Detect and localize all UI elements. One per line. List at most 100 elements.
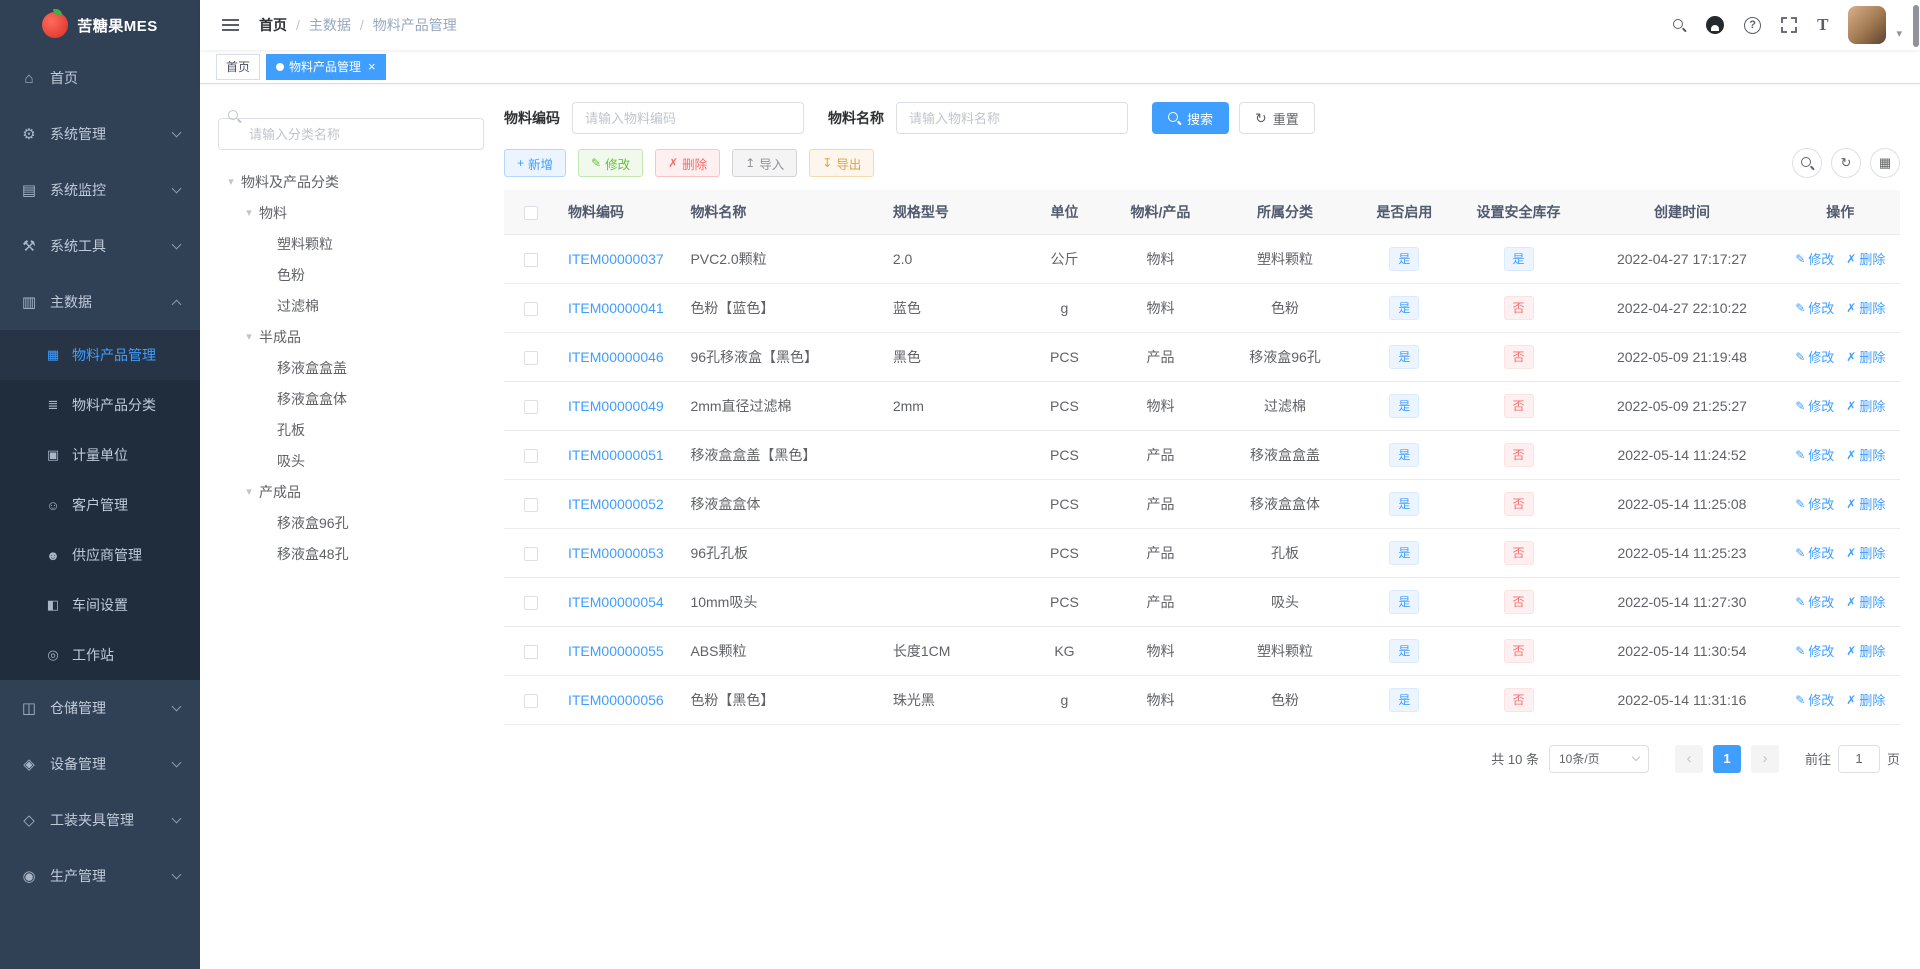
- tab-material[interactable]: 物料产品管理 ×: [266, 53, 386, 80]
- hamburger-icon[interactable]: [218, 14, 243, 36]
- name-filter-input[interactable]: [896, 102, 1128, 134]
- select-all-checkbox[interactable]: [523, 205, 538, 220]
- sidebar-subitem-unit[interactable]: ▣ 计量单位: [0, 430, 200, 480]
- page-number-button[interactable]: 1: [1712, 744, 1741, 773]
- import-button[interactable]: ↥ 导入: [732, 149, 798, 177]
- item-code-link[interactable]: ITEM00000053: [557, 528, 681, 578]
- row-edit-link[interactable]: ✎ 修改: [1795, 641, 1834, 660]
- sidebar-item-tools[interactable]: ⚒ 系统工具: [0, 218, 200, 274]
- category-search-input[interactable]: [218, 118, 484, 150]
- row-checkbox[interactable]: [523, 252, 538, 267]
- search-button[interactable]: 搜索: [1152, 102, 1230, 134]
- row-edit-link[interactable]: ✎ 修改: [1795, 543, 1834, 562]
- reset-button[interactable]: ↻ 重置: [1239, 102, 1315, 134]
- prev-page-button[interactable]: ‹: [1674, 744, 1703, 773]
- row-edit-link[interactable]: ✎ 修改: [1795, 249, 1834, 268]
- tree-node[interactable]: 移液盒48孔: [218, 538, 484, 569]
- item-code-link[interactable]: ITEM00000041: [557, 283, 681, 333]
- row-delete-link[interactable]: ✗ 删除: [1846, 543, 1885, 562]
- tree-node[interactable]: 孔板: [218, 414, 484, 445]
- row-edit-link[interactable]: ✎ 修改: [1795, 690, 1834, 709]
- sidebar-subitem-material-mgmt[interactable]: ▦ 物料产品管理: [0, 330, 200, 380]
- code-filter-input[interactable]: [572, 102, 804, 134]
- refresh-button[interactable]: ↻: [1831, 148, 1861, 178]
- item-code-link[interactable]: ITEM00000037: [557, 234, 681, 284]
- row-checkbox[interactable]: [523, 546, 538, 561]
- item-code-link[interactable]: ITEM00000056: [557, 675, 681, 725]
- row-delete-link[interactable]: ✗ 删除: [1846, 298, 1885, 317]
- next-page-button[interactable]: ›: [1750, 744, 1779, 773]
- row-delete-link[interactable]: ✗ 删除: [1846, 445, 1885, 464]
- row-delete-link[interactable]: ✗ 删除: [1846, 641, 1885, 660]
- sidebar-subitem-customer[interactable]: ☺ 客户管理: [0, 480, 200, 530]
- sidebar-item-system[interactable]: ⚙ 系统管理: [0, 106, 200, 162]
- row-checkbox[interactable]: [523, 693, 538, 708]
- tree-node[interactable]: 移液盒96孔: [218, 507, 484, 538]
- add-button[interactable]: + 新增: [504, 149, 567, 177]
- fullscreen-icon[interactable]: [1781, 17, 1798, 33]
- item-code-link[interactable]: ITEM00000052: [557, 479, 681, 529]
- row-delete-link[interactable]: ✗ 删除: [1846, 592, 1885, 611]
- tree-node[interactable]: ▾ 半成品: [218, 321, 484, 352]
- vertical-scrollbar[interactable]: [1912, 0, 1920, 969]
- tree-node[interactable]: 色粉: [218, 259, 484, 290]
- row-edit-link[interactable]: ✎ 修改: [1795, 298, 1834, 317]
- tree-node[interactable]: 塑料颗粒: [218, 228, 484, 259]
- tab-home[interactable]: 首页: [216, 53, 261, 80]
- item-code-link[interactable]: ITEM00000051: [557, 430, 681, 480]
- page-size-select[interactable]: 10条/页: [1548, 744, 1649, 773]
- breadcrumb-item[interactable]: 主数据: [309, 15, 351, 35]
- columns-button[interactable]: ▦: [1870, 148, 1900, 178]
- sidebar-subitem-supplier[interactable]: ☻ 供应商管理: [0, 530, 200, 580]
- github-icon[interactable]: [1706, 16, 1725, 34]
- row-checkbox[interactable]: [523, 301, 538, 316]
- tree-node[interactable]: 移液盒盒体: [218, 383, 484, 414]
- row-checkbox[interactable]: [523, 350, 538, 365]
- tree-node[interactable]: 过滤棉: [218, 290, 484, 321]
- breadcrumb-item[interactable]: 首页: [259, 15, 287, 35]
- user-avatar[interactable]: [1848, 6, 1887, 44]
- row-delete-link[interactable]: ✗ 删除: [1846, 690, 1885, 709]
- tree-node[interactable]: ▾ 物料: [218, 197, 484, 228]
- sidebar-subitem-workstation[interactable]: ◎ 工作站: [0, 630, 200, 680]
- logo[interactable]: 苦糖果MES: [0, 0, 200, 50]
- row-checkbox[interactable]: [523, 595, 538, 610]
- tree-node[interactable]: ▾ 产成品: [218, 476, 484, 507]
- goto-page-input[interactable]: [1837, 744, 1880, 773]
- item-code-link[interactable]: ITEM00000046: [557, 332, 681, 382]
- help-icon[interactable]: ?: [1744, 16, 1762, 34]
- scrollbar-thumb[interactable]: [1913, 5, 1919, 47]
- item-code-link[interactable]: ITEM00000055: [557, 626, 681, 676]
- sidebar-item-tooling[interactable]: ◇ 工装夹具管理: [0, 792, 200, 848]
- tree-node[interactable]: 移液盒盒盖: [218, 352, 484, 383]
- search-icon[interactable]: [1673, 18, 1686, 32]
- row-edit-link[interactable]: ✎ 修改: [1795, 396, 1834, 415]
- export-button[interactable]: ↧ 导出: [809, 149, 875, 177]
- sidebar-item-master-data[interactable]: ▥ 主数据: [0, 274, 200, 330]
- row-delete-link[interactable]: ✗ 删除: [1846, 347, 1885, 366]
- row-delete-link[interactable]: ✗ 删除: [1846, 249, 1885, 268]
- row-edit-link[interactable]: ✎ 修改: [1795, 592, 1834, 611]
- tree-node[interactable]: 吸头: [218, 445, 484, 476]
- delete-button[interactable]: ✗ 删除: [655, 149, 721, 177]
- sidebar-item-warehouse[interactable]: ◫ 仓储管理: [0, 680, 200, 736]
- font-size-icon[interactable]: T: [1817, 15, 1828, 35]
- item-code-link[interactable]: ITEM00000054: [557, 577, 681, 627]
- sidebar-item-monitor[interactable]: ▤ 系统监控: [0, 162, 200, 218]
- toggle-search-button[interactable]: [1792, 148, 1822, 178]
- row-edit-link[interactable]: ✎ 修改: [1795, 347, 1834, 366]
- row-checkbox[interactable]: [523, 399, 538, 414]
- edit-button[interactable]: ✎ 修改: [578, 149, 644, 177]
- item-code-link[interactable]: ITEM00000049: [557, 381, 681, 431]
- sidebar-item-equipment[interactable]: ◈ 设备管理: [0, 736, 200, 792]
- row-edit-link[interactable]: ✎ 修改: [1795, 445, 1834, 464]
- sidebar-item-home[interactable]: ⌂ 首页: [0, 50, 200, 106]
- row-checkbox[interactable]: [523, 448, 538, 463]
- row-delete-link[interactable]: ✗ 删除: [1846, 396, 1885, 415]
- row-edit-link[interactable]: ✎ 修改: [1795, 494, 1834, 513]
- tree-node[interactable]: ▾ 物料及产品分类: [218, 166, 484, 197]
- row-delete-link[interactable]: ✗ 删除: [1846, 494, 1885, 513]
- row-checkbox[interactable]: [523, 644, 538, 659]
- sidebar-subitem-workshop[interactable]: ◧ 车间设置: [0, 580, 200, 630]
- close-icon[interactable]: ×: [368, 60, 376, 73]
